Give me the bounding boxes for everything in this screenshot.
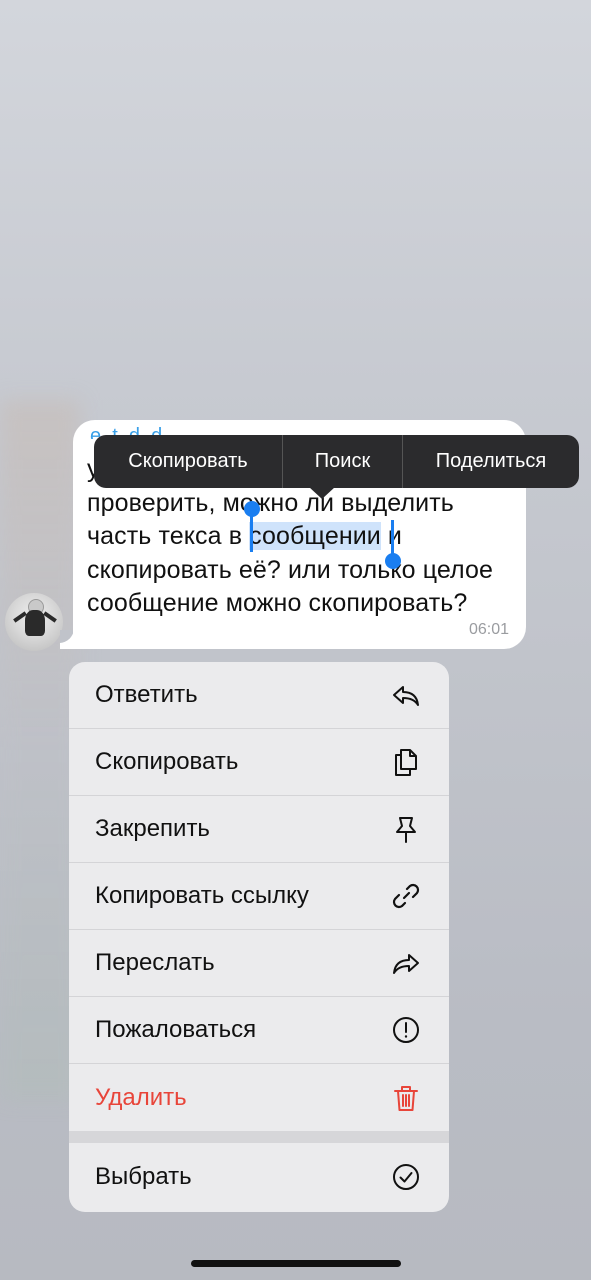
blurred-background: [0, 400, 80, 1100]
menu-item-delete[interactable]: Удалить: [69, 1064, 449, 1131]
checkmark-circle-icon: [391, 1162, 421, 1192]
text-edit-menu: Скопировать Поиск Поделиться: [94, 435, 579, 488]
menu-item-forward[interactable]: Переслать: [69, 930, 449, 997]
message-line-5: сообщение можно скопировать?: [87, 589, 468, 617]
avatar[interactable]: [5, 593, 63, 651]
reply-icon: [391, 680, 421, 710]
context-menu: Ответить Скопировать Закрепить Копироват…: [69, 662, 449, 1212]
menu-item-label: Копировать ссылку: [95, 882, 309, 909]
message-line-2: проверить, можно ли выделить: [87, 488, 454, 517]
menu-item-reply[interactable]: Ответить: [69, 662, 449, 729]
menu-item-label: Переслать: [95, 949, 215, 976]
menu-item-label: Закрепить: [95, 815, 210, 842]
message-line-3-start: часть текса в: [87, 522, 250, 550]
menu-item-label: Ответить: [95, 681, 198, 708]
edit-menu-share[interactable]: Поделиться: [403, 435, 579, 488]
selected-text[interactable]: сообщении: [249, 522, 381, 550]
pin-icon: [391, 814, 421, 844]
selection-end-handle[interactable]: [385, 553, 401, 569]
menu-item-report[interactable]: Пожаловаться: [69, 997, 449, 1064]
menu-item-label: Выбрать: [95, 1162, 192, 1190]
menu-separator: [69, 1131, 449, 1143]
message-time: 06:01: [468, 621, 509, 638]
edit-menu-search[interactable]: Поиск: [283, 435, 402, 488]
edit-menu-copy[interactable]: Скопировать: [94, 435, 282, 488]
trash-icon: [391, 1083, 421, 1113]
menu-item-pin[interactable]: Закрепить: [69, 796, 449, 863]
copy-icon: [391, 747, 421, 777]
message-line-4: скопировать её? или только целое: [87, 555, 494, 584]
edit-menu-pointer: [309, 487, 335, 499]
menu-item-label: Удалить: [95, 1083, 187, 1111]
selection-start-line: [250, 513, 253, 552]
report-icon: [391, 1015, 421, 1045]
menu-item-label: Пожаловаться: [95, 1016, 257, 1043]
menu-item-label: Скопировать: [95, 748, 239, 775]
menu-item-copy-link[interactable]: Копировать ссылку: [69, 863, 449, 930]
menu-item-copy[interactable]: Скопировать: [69, 729, 449, 796]
link-icon: [391, 881, 421, 911]
home-indicator[interactable]: [191, 1260, 401, 1267]
menu-item-select[interactable]: Выбрать: [69, 1143, 449, 1210]
forward-icon: [391, 948, 421, 978]
